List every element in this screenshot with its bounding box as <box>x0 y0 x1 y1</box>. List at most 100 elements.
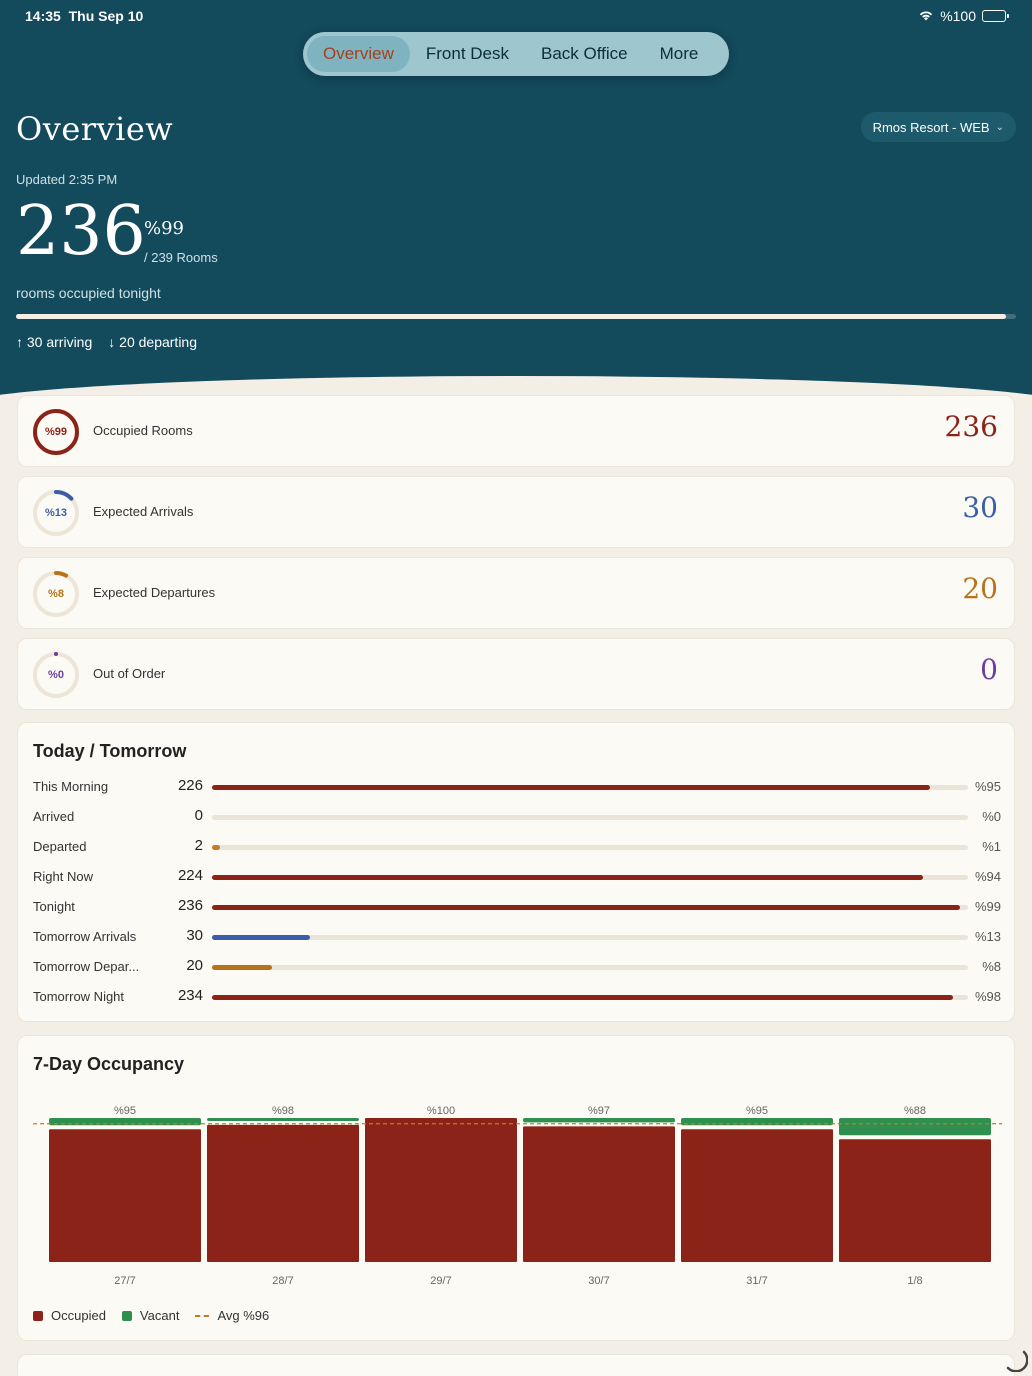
occupancy-progress-fill <box>16 314 1006 319</box>
bar-value-label: %97 <box>588 1105 610 1117</box>
status-time: 14:35 Thu Sep 10 <box>25 8 144 24</box>
row-count: 224 <box>177 867 203 884</box>
today-tomorrow-row: Tomorrow Arrivals 30 %13 <box>33 927 1001 947</box>
stat-value: 30 <box>962 491 998 524</box>
departing-summary: ↓ 20 departing <box>108 334 197 350</box>
arrow-down-icon: ↓ <box>108 334 116 350</box>
row-count: 236 <box>177 897 203 914</box>
occupied-percent: %99 <box>144 218 185 239</box>
row-label: Tomorrow Night <box>33 989 125 1004</box>
arrow-up-icon: ↑ <box>16 334 23 350</box>
rooms-total: / 239 Rooms <box>144 250 218 265</box>
occupied-bar <box>523 1126 675 1262</box>
next-card <box>17 1354 1015 1376</box>
row-percent: %99 <box>974 899 1001 914</box>
loading-spinner-icon <box>1006 1350 1028 1372</box>
row-percent: %1 <box>982 839 1001 854</box>
x-tick-label: 27/7 <box>114 1275 135 1287</box>
legend-vacant: Vacant <box>121 1308 179 1323</box>
row-percent: %8 <box>982 959 1001 974</box>
row-bar-track <box>212 995 968 1000</box>
updated-time: Updated 2:35 PM <box>16 172 118 187</box>
stat-card[interactable]: %13 Expected Arrivals 30 <box>17 476 1015 548</box>
row-bar-fill <box>212 845 220 850</box>
row-label: This Morning <box>33 779 109 794</box>
stat-percent: %99 <box>44 426 68 438</box>
property-selector[interactable]: Rmos Resort - WEB ⌄ <box>860 112 1016 142</box>
row-percent: %98 <box>974 989 1001 1004</box>
row-percent: %94 <box>974 869 1001 884</box>
tab-overview[interactable]: Overview <box>307 36 410 72</box>
row-label: Departed <box>33 839 87 854</box>
bar-value-label: %95 <box>746 1105 768 1117</box>
legend-vacant-swatch <box>121 1310 132 1321</box>
page-title: Overview <box>16 110 174 148</box>
today-tomorrow-row: This Morning 226 %95 <box>33 777 1001 797</box>
occupied-bar <box>207 1124 359 1262</box>
legend-average: Avg %96 <box>195 1308 269 1323</box>
chart-legend: Occupied Vacant Avg %96 <box>33 1308 269 1323</box>
row-label: Tonight <box>33 899 75 914</box>
stat-label: Expected Arrivals <box>93 504 194 519</box>
x-tick-label: 29/7 <box>430 1275 451 1287</box>
bar-value-label: %98 <box>272 1105 294 1117</box>
legend-average-swatch <box>195 1314 210 1317</box>
vacant-bar <box>207 1118 359 1121</box>
row-bar-fill <box>212 875 923 880</box>
x-tick-label: 31/7 <box>746 1275 767 1287</box>
tab-more[interactable]: More <box>644 36 715 72</box>
today-tomorrow-row: Arrived 0 %0 <box>33 807 1001 827</box>
row-percent: %13 <box>974 929 1001 944</box>
wifi-icon <box>918 8 934 24</box>
stat-label: Out of Order <box>93 666 166 681</box>
row-count: 30 <box>186 927 203 944</box>
vacant-bar <box>839 1118 991 1136</box>
row-percent: %0 <box>982 809 1001 824</box>
stat-card[interactable]: %99 Occupied Rooms 236 <box>17 395 1015 467</box>
today-tomorrow-row: Departed 2 %1 <box>33 837 1001 857</box>
row-bar-track <box>212 785 968 790</box>
stat-label: Occupied Rooms <box>93 423 193 438</box>
stat-card[interactable]: %0 Out of Order 0 <box>17 638 1015 710</box>
arriving-summary: ↑ 30 arriving <box>16 334 93 350</box>
row-bar-fill <box>212 935 311 940</box>
bar-value-label: %100 <box>427 1105 455 1117</box>
today-tomorrow-title: Today / Tomorrow <box>33 741 187 761</box>
row-bar-fill <box>212 905 961 910</box>
stat-value: 236 <box>944 410 998 443</box>
today-tomorrow-row: Tomorrow Depar... 20 %8 <box>33 957 1001 977</box>
occupied-count: 236 <box>16 192 146 271</box>
row-count: 234 <box>177 987 203 1004</box>
occupied-bar <box>49 1129 201 1262</box>
stat-card[interactable]: %8 Expected Departures 20 <box>17 557 1015 629</box>
vacant-bar <box>523 1118 675 1123</box>
row-bar-fill <box>212 965 273 970</box>
stat-percent: %0 <box>48 669 64 681</box>
row-label: Tomorrow Depar... <box>33 959 140 974</box>
row-bar-fill <box>212 995 953 1000</box>
tab-front-desk[interactable]: Front Desk <box>410 36 525 72</box>
row-bar-track <box>212 815 968 820</box>
row-bar-track <box>212 845 968 850</box>
legend-occupied-swatch <box>33 1310 43 1321</box>
occupied-bar <box>681 1129 833 1262</box>
today-tomorrow-row: Tomorrow Night 234 %98 <box>33 987 1001 1007</box>
tab-back-office[interactable]: Back Office <box>525 36 644 72</box>
arrival-departure-summary: ↑ 30 arriving ↓ 20 departing <box>16 334 197 350</box>
stat-label: Expected Departures <box>93 585 216 600</box>
battery-percent: %100 <box>940 8 976 24</box>
row-percent: %95 <box>974 779 1001 794</box>
row-bar-track <box>212 965 968 970</box>
row-label: Arrived <box>33 809 75 824</box>
occupancy-caption: rooms occupied tonight <box>16 285 161 301</box>
row-count: 226 <box>177 777 203 794</box>
occupied-bar <box>365 1118 517 1262</box>
top-tab-bar: Overview Front Desk Back Office More <box>303 32 729 76</box>
today-tomorrow-card: Today / Tomorrow This Morning 226 %95 Arriv… <box>17 722 1015 1022</box>
row-bar-track <box>212 905 968 910</box>
property-name: Rmos Resort - WEB <box>872 119 990 135</box>
x-tick-label: 1/8 <box>907 1275 922 1287</box>
chevron-down-icon: ⌄ <box>995 121 1004 133</box>
bar-value-label: %88 <box>904 1105 926 1117</box>
stat-percent: %8 <box>48 588 64 600</box>
